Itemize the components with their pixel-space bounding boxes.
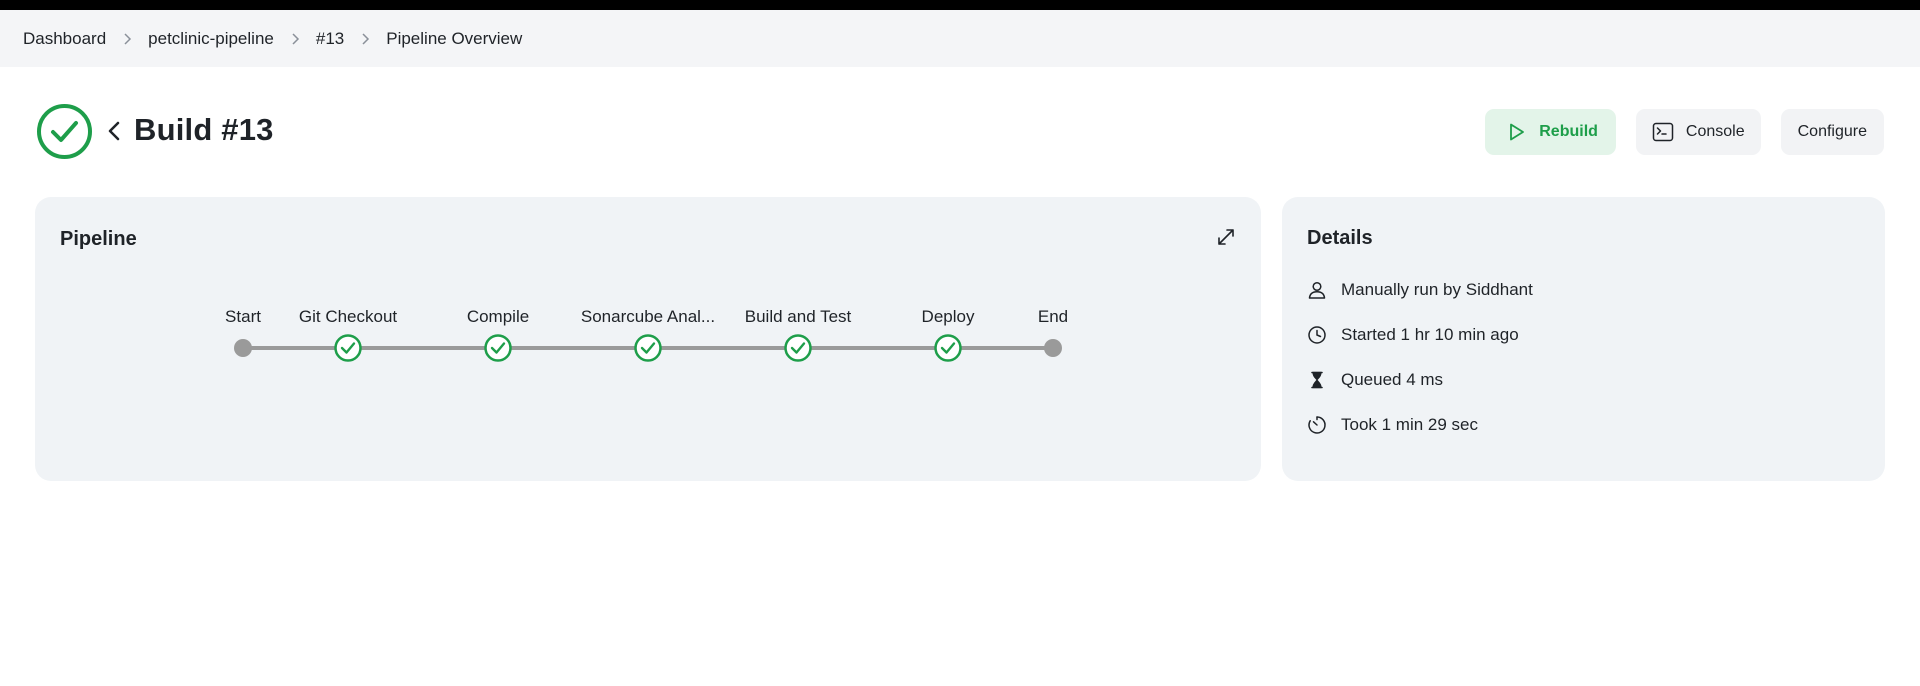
- chevron-right-icon: [274, 32, 316, 45]
- clock-icon: [1308, 326, 1326, 344]
- detail-text: Took 1 min 29 sec: [1341, 415, 1479, 434]
- configure-button[interactable]: Configure: [1780, 109, 1884, 155]
- play-icon: [1510, 123, 1525, 141]
- chevron-right-icon: [106, 32, 148, 45]
- timer-icon: [1308, 416, 1326, 434]
- pipeline-stage-label[interactable]: Build and Test: [745, 307, 851, 327]
- detail-queued: Queued 4 ms: [1307, 370, 1443, 390]
- build-actions: Rebuild Console Configure: [1485, 109, 1884, 155]
- rebuild-label: Rebuild: [1539, 123, 1598, 140]
- breadcrumb-build[interactable]: #13: [316, 29, 344, 49]
- pipeline-stage-success-node[interactable]: [484, 334, 512, 362]
- breadcrumb-dashboard[interactable]: Dashboard: [23, 29, 106, 49]
- terminal-icon: [1652, 122, 1674, 142]
- pipeline-stage-success-node[interactable]: [334, 334, 362, 362]
- details-title: Details: [1307, 227, 1373, 249]
- console-label: Console: [1685, 123, 1745, 140]
- chevron-left-icon[interactable]: [103, 119, 127, 143]
- pipeline-stage-success-node[interactable]: [784, 334, 812, 362]
- detail-text: Queued 4 ms: [1341, 370, 1444, 389]
- breadcrumb-pipeline-overview[interactable]: Pipeline Overview: [386, 29, 522, 49]
- breadcrumb-job[interactable]: petclinic-pipeline: [148, 29, 274, 49]
- chevron-right-icon: [344, 32, 386, 45]
- pipeline-stage-label[interactable]: Compile: [467, 307, 529, 327]
- page-title: Build #13: [134, 112, 274, 147]
- pipeline-graph: [234, 334, 1062, 362]
- pipeline-terminal-node[interactable]: [1044, 339, 1062, 357]
- configure-label: Configure: [1797, 123, 1867, 140]
- details-card: Details Manually run by Siddhant Started…: [1282, 197, 1885, 481]
- detail-text: Manually run by Siddhant: [1341, 280, 1533, 299]
- console-button[interactable]: Console: [1635, 109, 1761, 155]
- hourglass-icon: [1311, 371, 1323, 389]
- pipeline-stage-label[interactable]: End: [1038, 307, 1068, 327]
- user-icon: [1308, 281, 1326, 299]
- pipeline-stage-success-node[interactable]: [634, 334, 662, 362]
- pipeline-terminal-node[interactable]: [234, 339, 252, 357]
- pipeline-stage-success-node[interactable]: [934, 334, 962, 362]
- pipeline-card: Pipeline Start Git Checkout Compile Sonarcu…: [35, 197, 1261, 481]
- detail-started-by: Manually run by Siddhant: [1307, 280, 1533, 300]
- pipeline-stage-label[interactable]: Start: [225, 307, 261, 327]
- rebuild-button[interactable]: Rebuild: [1485, 109, 1616, 155]
- pipeline-stage-label[interactable]: Sonarcube Anal...: [581, 307, 715, 327]
- detail-text: Started 1 hr 10 min ago: [1341, 325, 1519, 344]
- pipeline-stage-label[interactable]: Deploy: [922, 307, 975, 327]
- detail-duration: Took 1 min 29 sec: [1307, 415, 1478, 435]
- top-bar: [0, 0, 1920, 10]
- build-header: Build #13 Rebuild Console Configure: [36, 103, 1884, 163]
- success-check-icon: [37, 104, 92, 159]
- detail-started-time: Started 1 hr 10 min ago: [1307, 325, 1519, 345]
- pipeline-stage-label[interactable]: Git Checkout: [299, 307, 397, 327]
- breadcrumb: Dashboard petclinic-pipeline #13 Pipelin…: [0, 10, 1920, 67]
